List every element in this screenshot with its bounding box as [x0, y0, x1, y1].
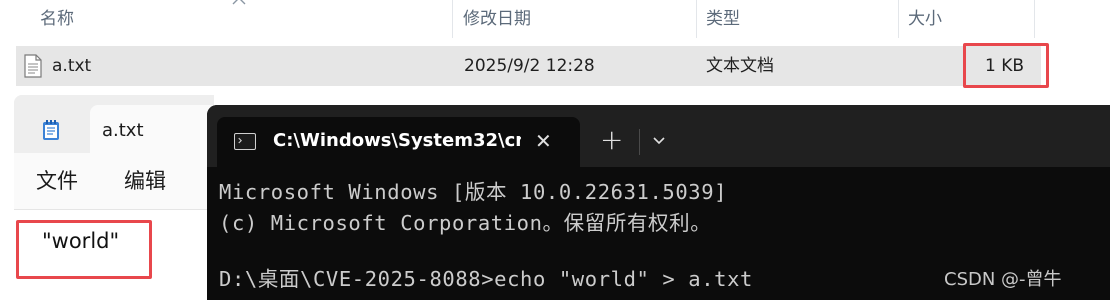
sort-up-icon [232, 0, 246, 5]
new-tab-icon[interactable]: + [600, 123, 623, 156]
file-name: a.txt [52, 56, 92, 76]
size-highlight-box [963, 43, 1049, 88]
column-header-modified[interactable]: 修改日期 [455, 0, 695, 38]
text-file-icon [24, 54, 42, 78]
terminal-line: Microsoft Windows [版本 10.0.22631.5039] [219, 180, 728, 204]
terminal-line: D:\桌面\CVE-2025-8088>echo "world" > a.txt [219, 267, 753, 291]
terminal-tab-title[interactable]: C:\Windows\System32\cmd.exe [273, 130, 521, 151]
menu-edit[interactable]: 编辑 [124, 153, 166, 209]
column-separator[interactable] [452, 0, 453, 38]
file-type: 文本文档 [706, 56, 774, 76]
cmd-icon [234, 133, 256, 150]
close-icon[interactable]: ✕ [535, 129, 552, 153]
notepad-app-icon [43, 120, 59, 140]
terminal-line: (c) Microsoft Corporation。保留所有权利。 [219, 211, 712, 235]
column-header-size[interactable]: 大小 [900, 0, 1034, 38]
watermark: CSDN @-曾牛 [944, 269, 1062, 290]
file-modified: 2025/9/2 12:28 [464, 56, 595, 76]
menu-file[interactable]: 文件 [36, 153, 78, 209]
column-separator[interactable] [696, 0, 697, 38]
column-separator[interactable] [898, 0, 899, 38]
content-highlight-box [16, 220, 152, 279]
file-row[interactable]: a.txt 2025/9/2 12:28 文本文档 1 KB [16, 46, 1041, 86]
chevron-down-icon[interactable] [650, 131, 668, 149]
titlebar-divider [639, 129, 640, 155]
file-explorer-list: 名称 修改日期 类型 大小 a.txt 2025/9/2 12:28 文本文档 … [0, 0, 1110, 95]
column-separator[interactable] [1034, 0, 1035, 38]
column-header-type[interactable]: 类型 [698, 0, 898, 38]
notepad-tab-title[interactable]: a.txt [102, 95, 144, 153]
